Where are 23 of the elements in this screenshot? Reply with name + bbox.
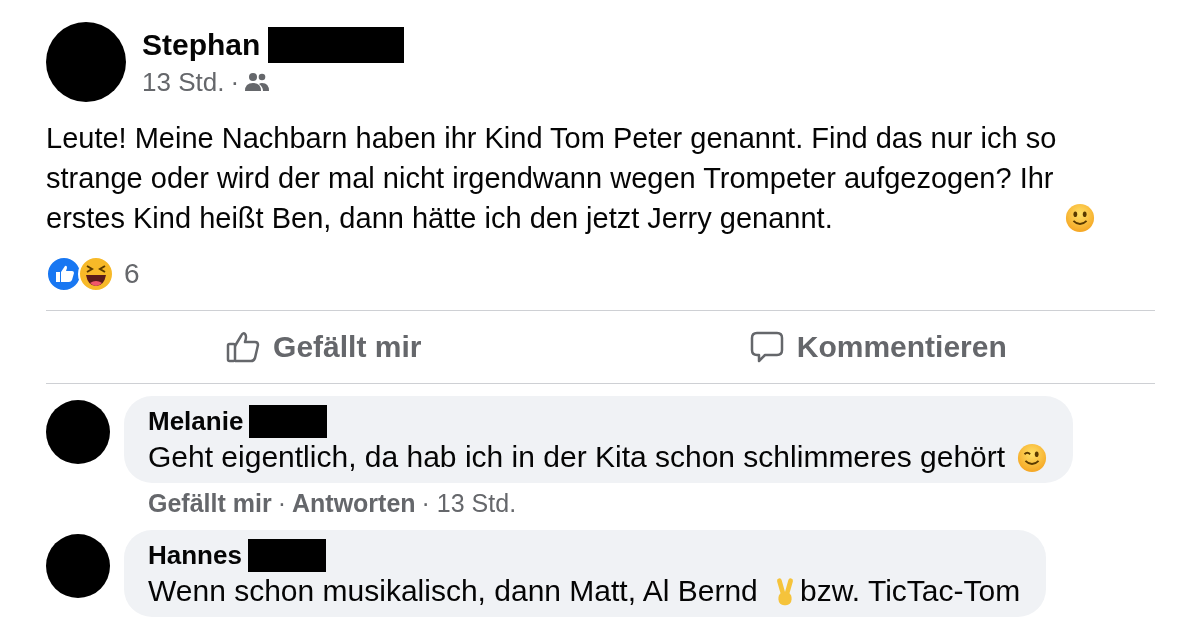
wink-emoji-icon — [1017, 443, 1048, 473]
comment-action-link[interactable]: Gefällt mir — [148, 489, 272, 518]
separator-dot: · — [230, 66, 240, 98]
like-button[interactable]: Gefällt mir — [217, 329, 430, 365]
comment-meta-text: · 13 Std. — [421, 489, 517, 518]
comment-text: Wenn schon musikalisch, dann Matt, Al Bernd — [148, 574, 758, 607]
smile-emoji-icon — [1065, 203, 1095, 233]
laughing-reaction-icon[interactable] — [78, 256, 114, 292]
post-text: Leute! Meine Nachbarn haben ihr Kind Tom Peter genannt. Find das nur ich so strange oder wird der mal nicht irgendwann wegen Trompeter aufgezogen? Ihr erstes Kind heißt Ben, dann hätte ich den jetzt Jerry genannt. — [46, 121, 1058, 236]
like-reaction-icon[interactable] — [46, 256, 82, 292]
friends-audience-icon — [245, 72, 270, 92]
post-time[interactable]: 13 Std. — [142, 66, 225, 98]
commenter-name[interactable]: Melanie — [148, 406, 244, 437]
speech-bubble-icon — [748, 329, 785, 365]
comment-text: Geht eigentlich, da hab ich in der Kita schon schlimmeres gehört — [148, 440, 1006, 473]
comment-meta-text: · — [277, 489, 286, 518]
comment-text: bzw. TicTac-Tom — [800, 574, 1021, 607]
reaction-count[interactable]: 6 — [124, 258, 140, 290]
author-name[interactable]: Stephan — [142, 27, 261, 62]
commenter-name[interactable]: Hannes — [148, 540, 242, 571]
thumbs-up-icon — [225, 329, 262, 365]
comment-button[interactable]: Kommentieren — [740, 329, 1015, 365]
comment-action-link[interactable]: Antworten — [292, 489, 416, 518]
